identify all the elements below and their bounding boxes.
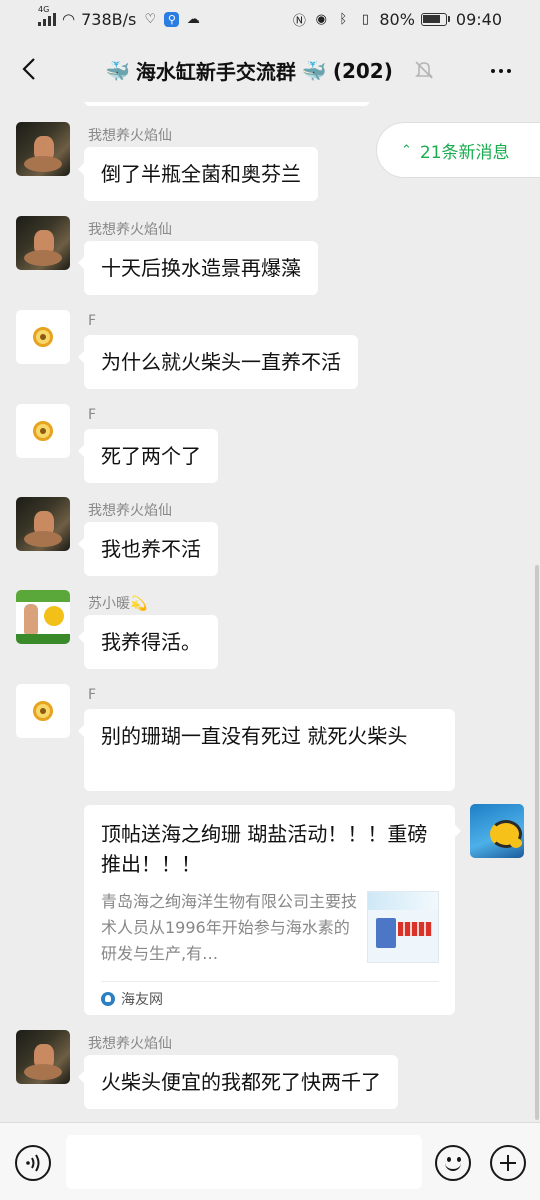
- status-left: 4G ◠ 738B/s ♡ ⚲ ☁: [38, 5, 201, 29]
- sender-name: F: [88, 407, 97, 423]
- my-avatar[interactable]: [470, 804, 524, 858]
- vibrate-icon: ▯: [361, 11, 369, 27]
- link-card-title: 顶帖送海之绚珊 瑚盐活动！！！重磅推出！！！: [101, 822, 428, 876]
- avatar[interactable]: [16, 590, 70, 644]
- back-icon: [22, 58, 35, 80]
- chat-list[interactable]: 我想养火焰仙 倒了半瓶全菌和奥芬兰 我想养火焰仙 十天后换水造景再爆藻 F 为什…: [0, 102, 540, 1122]
- avatar[interactable]: [16, 404, 70, 458]
- link-card[interactable]: 顶帖送海之绚珊 瑚盐活动！！！重磅推出！！！ 青岛海之绚海洋生物有限公司主要技术…: [84, 805, 461, 1015]
- network-type-label: 4G: [38, 5, 50, 14]
- source-name: 海友网: [121, 992, 163, 1008]
- whale-emoji: 🐳: [301, 58, 327, 83]
- divider: [101, 981, 439, 982]
- sparkle-emoji: 💫: [130, 596, 148, 612]
- battery-icon: [420, 12, 450, 26]
- message-bubble[interactable]: 我也养不活: [78, 522, 218, 576]
- link-card-source: 海友网: [101, 989, 163, 1009]
- group-name: 海水缸新手交流群: [135, 60, 296, 84]
- message-input[interactable]: [66, 1135, 422, 1189]
- link-card-description: 青岛海之绚海洋生物有限公司主要技术人员从1996年开始参与海水素的研发与生产,有…: [101, 892, 358, 963]
- wifi-icon: ◠: [62, 10, 76, 28]
- new-messages-button[interactable]: ⌃ 21条新消息: [376, 122, 540, 178]
- scrollbar[interactable]: [535, 565, 539, 1120]
- more-button[interactable]: [486, 56, 516, 86]
- message-bubble[interactable]: 倒了半瓶全菌和奥芬兰: [78, 147, 318, 201]
- whale-emoji: 🐳: [105, 58, 130, 83]
- message-bubble[interactable]: 十天后换水造景再爆藻: [78, 241, 318, 295]
- avatar[interactable]: [16, 1030, 70, 1084]
- back-button[interactable]: [14, 54, 44, 84]
- source-logo-icon: [101, 992, 115, 1006]
- message-bubble[interactable]: 别的珊瑚一直没有死过 就死火柴头: [78, 709, 455, 791]
- status-bar: 4G ◠ 738B/s ♡ ⚲ ☁ Ⓝ ◉ ᛒ ▯ 80% 09:40: [0, 0, 540, 38]
- voice-button[interactable]: [15, 1145, 51, 1181]
- sender-name: 我想养火焰仙: [88, 222, 172, 238]
- double-chevron-up-icon: ⌃: [401, 142, 412, 158]
- avatar[interactable]: [16, 216, 70, 270]
- avatar[interactable]: [16, 497, 70, 551]
- link-card-thumbnail: [367, 891, 439, 963]
- sender-name: 我想养火焰仙: [88, 1036, 172, 1052]
- message-bubble[interactable]: 死了两个了: [78, 429, 218, 483]
- cloud-icon: ☁: [186, 11, 200, 27]
- mute-bell-icon: [415, 61, 433, 79]
- chat-header: 🐳 海水缸新手交流群 🐳 (202): [0, 38, 540, 102]
- status-right: Ⓝ ◉ ᛒ ▯ 80% 09:40: [291, 10, 502, 29]
- bluetooth-icon: ᛒ: [339, 11, 348, 27]
- member-count: (202): [332, 58, 393, 83]
- avatar[interactable]: [16, 310, 70, 364]
- message-bubble[interactable]: 火柴头便宜的我都死了快两千了: [78, 1055, 398, 1109]
- health-icon: ♡: [144, 11, 157, 27]
- voice-icon: [26, 1154, 40, 1172]
- sender-name: F: [88, 313, 97, 329]
- more-icon: [491, 69, 511, 73]
- clock: 09:40: [455, 9, 502, 29]
- plus-button[interactable]: [490, 1145, 526, 1181]
- message-bubble[interactable]: 我养得活。: [78, 615, 218, 669]
- nfc-icon: Ⓝ: [292, 13, 306, 29]
- app-notification-icon: ⚲: [164, 11, 180, 27]
- chat-title[interactable]: 🐳 海水缸新手交流群 🐳 (202): [105, 56, 393, 85]
- battery-percent: 80%: [379, 9, 415, 29]
- avatar[interactable]: [16, 684, 70, 738]
- sender-name: 我想养火焰仙: [88, 128, 172, 144]
- previous-message-bubble: [84, 102, 370, 106]
- signal-icon: 4G: [38, 5, 56, 26]
- new-messages-label: 21条新消息: [419, 142, 510, 163]
- sender-name: 我想养火焰仙: [88, 503, 172, 519]
- emoji-button[interactable]: [435, 1145, 471, 1181]
- sender-name: F: [88, 687, 97, 703]
- input-bar: [0, 1122, 540, 1200]
- network-speed: 738B/s: [81, 9, 137, 29]
- sender-name: 苏小暖💫: [88, 596, 148, 612]
- eye-icon: ◉: [315, 11, 327, 27]
- avatar[interactable]: [16, 122, 70, 176]
- message-bubble[interactable]: 为什么就火柴头一直养不活: [78, 335, 358, 389]
